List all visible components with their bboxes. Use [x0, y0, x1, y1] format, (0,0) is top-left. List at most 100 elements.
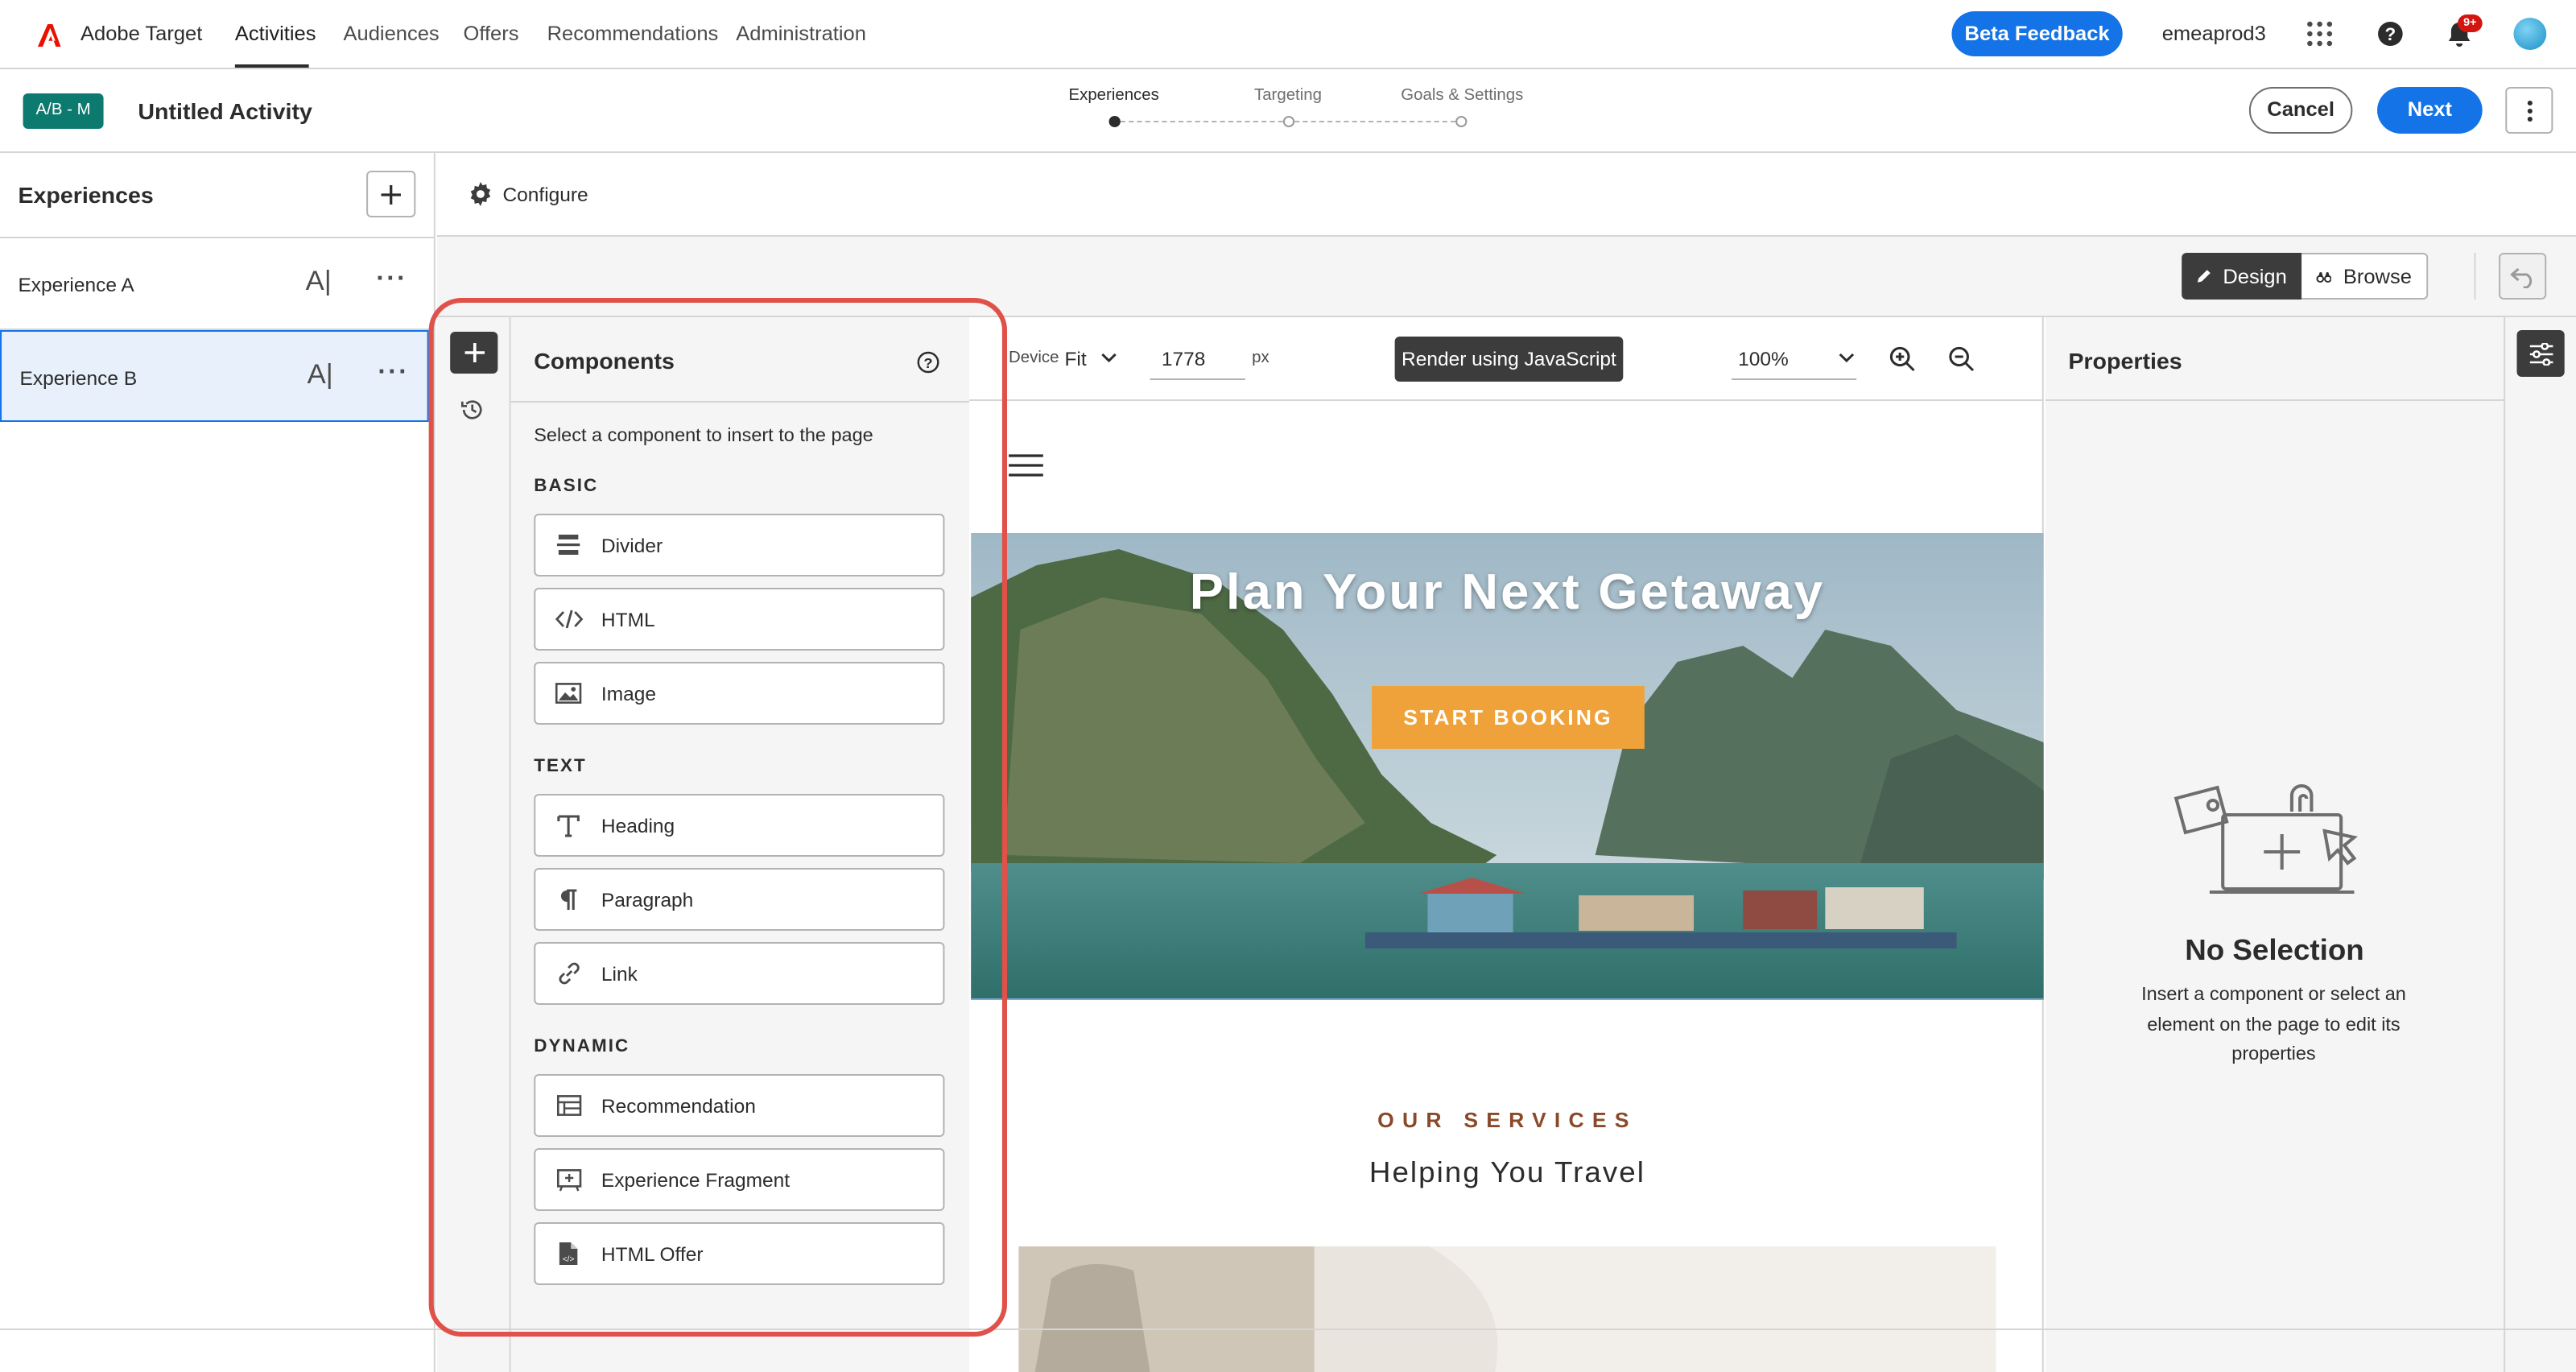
nav-audiences[interactable]: Audiences: [344, 23, 440, 45]
ai-rewrite-icon[interactable]: A|: [308, 359, 333, 391]
selection-outline: [971, 998, 2044, 1000]
nav-administration[interactable]: Administration: [736, 23, 866, 45]
history-icon[interactable]: [460, 398, 485, 422]
toolbar-divider: [2474, 253, 2476, 300]
brand-name[interactable]: Adobe Target: [80, 23, 202, 45]
browse-label: Browse: [2343, 265, 2412, 287]
hero-title[interactable]: Plan Your Next Getaway: [971, 564, 2044, 622]
help-icon[interactable]: ?: [2377, 21, 2404, 47]
gear-icon[interactable]: [469, 182, 493, 206]
width-input[interactable]: 1778: [1150, 335, 1245, 380]
render-javascript-button[interactable]: Render using JavaScript: [1394, 337, 1624, 382]
component-paragraph[interactable]: Paragraph: [534, 868, 945, 931]
link-icon: [558, 962, 579, 985]
services-eyebrow[interactable]: OUR SERVICES: [971, 1108, 2044, 1132]
binoculars-icon: [2316, 271, 2332, 283]
nav-active-indicator: [234, 64, 309, 68]
experience-row[interactable]: Experience A A| ···: [0, 238, 432, 329]
undo-button[interactable]: [2499, 253, 2547, 300]
more-actions-button[interactable]: [2505, 87, 2553, 134]
component-label: Link: [601, 962, 638, 985]
bottom-border: [0, 1329, 2576, 1330]
sliders-icon: [2529, 342, 2553, 365]
paragraph-icon: [560, 888, 577, 909]
device-fit-select[interactable]: Fit: [1064, 348, 1086, 370]
editor-right-rail: [2504, 317, 2576, 1372]
component-link[interactable]: Link: [534, 942, 945, 1005]
more-horizontal-icon[interactable]: ···: [376, 266, 407, 295]
component-heading[interactable]: Heading: [534, 794, 945, 857]
zoom-out-icon[interactable]: [1948, 346, 1975, 372]
component-label: Image: [601, 682, 657, 705]
chevron-down-icon[interactable]: [1839, 353, 1855, 364]
divider: [510, 401, 970, 403]
apps-grid-icon[interactable]: [2306, 21, 2333, 47]
nav-recommendations[interactable]: Recommendations: [547, 23, 719, 45]
services-title[interactable]: Helping You Travel: [971, 1156, 2044, 1190]
step-targeting[interactable]: Targeting: [1239, 87, 1337, 105]
svg-text:?: ?: [2385, 24, 2396, 44]
experience-label: Experience B: [19, 367, 138, 390]
divider-icon: [556, 535, 580, 555]
code-icon: [554, 610, 583, 629]
component-experience-fragment[interactable]: Experience Fragment: [534, 1148, 945, 1211]
avatar[interactable]: [2513, 18, 2547, 50]
step-connector: [1120, 121, 1283, 122]
experience-row-selected[interactable]: Experience B A| ···: [0, 330, 429, 422]
components-heading: Components: [534, 348, 675, 374]
insert-component-button[interactable]: [450, 332, 498, 374]
component-divider[interactable]: Divider: [534, 514, 945, 576]
component-label: Experience Fragment: [601, 1168, 791, 1191]
component-recommendation[interactable]: Recommendation: [534, 1074, 945, 1137]
design-mode-button[interactable]: Design: [2182, 253, 2302, 300]
component-label: Divider: [601, 534, 663, 556]
section-basic: BASIC: [534, 477, 599, 496]
tenant-switcher[interactable]: emeaprod3: [2162, 23, 2266, 45]
nav-activities[interactable]: Activities: [235, 23, 316, 45]
help-circle-icon[interactable]: ?: [917, 351, 940, 374]
recommendation-icon: [555, 1095, 581, 1116]
no-selection-illustration-icon: [2174, 784, 2358, 894]
notification-badge: 9+: [2458, 14, 2483, 32]
adobe-logo-icon[interactable]: [36, 19, 69, 52]
start-booking-button[interactable]: START BOOKING: [1372, 686, 1645, 749]
activity-title[interactable]: Untitled Activity: [138, 98, 312, 124]
plus-icon: [464, 343, 485, 362]
width-unit: px: [1252, 349, 1269, 367]
configure-link[interactable]: Configure: [502, 184, 588, 206]
editor-left-rail: [436, 317, 511, 1372]
ai-rewrite-icon[interactable]: A|: [306, 266, 332, 298]
divider: [969, 399, 2044, 401]
hamburger-menu-icon[interactable]: [1009, 454, 1043, 477]
step-goals-settings[interactable]: Goals & Settings: [1397, 87, 1528, 105]
component-html[interactable]: HTML: [534, 588, 945, 651]
component-html-offer[interactable]: </> HTML Offer: [534, 1222, 945, 1285]
device-label: Device: [1009, 349, 1059, 367]
next-button[interactable]: Next: [2377, 87, 2483, 134]
components-instruction: Select a component to insert to the page: [534, 427, 873, 446]
add-experience-button[interactable]: [366, 171, 416, 217]
more-horizontal-icon[interactable]: ···: [378, 359, 409, 388]
component-image[interactable]: Image: [534, 662, 945, 725]
html-offer-icon: </>: [559, 1242, 578, 1265]
experiences-heading: Experiences: [18, 182, 154, 208]
zoom-in-icon[interactable]: [1889, 346, 1916, 372]
component-label: Recommendation: [601, 1094, 756, 1117]
beta-feedback-button[interactable]: Beta Feedback: [1951, 11, 2123, 56]
nav-offers[interactable]: Offers: [464, 23, 519, 45]
cancel-button[interactable]: Cancel: [2248, 87, 2353, 134]
properties-heading: Properties: [2068, 348, 2182, 374]
browse-mode-button[interactable]: Browse: [2301, 253, 2429, 300]
step-experiences[interactable]: Experiences: [1064, 87, 1162, 105]
chevron-down-icon[interactable]: [1100, 353, 1117, 364]
svg-text:?: ?: [923, 355, 932, 371]
design-label: Design: [2223, 265, 2287, 287]
component-label: Heading: [601, 814, 675, 837]
step-dot-current: [1108, 116, 1121, 127]
properties-toggle-button[interactable]: [2516, 330, 2565, 377]
section-dynamic: DYNAMIC: [534, 1037, 630, 1056]
pencil-icon: [2197, 270, 2211, 283]
services-image[interactable]: [1018, 1246, 1996, 1372]
activity-header: [0, 69, 2576, 153]
no-selection-title: No Selection: [2185, 934, 2364, 966]
